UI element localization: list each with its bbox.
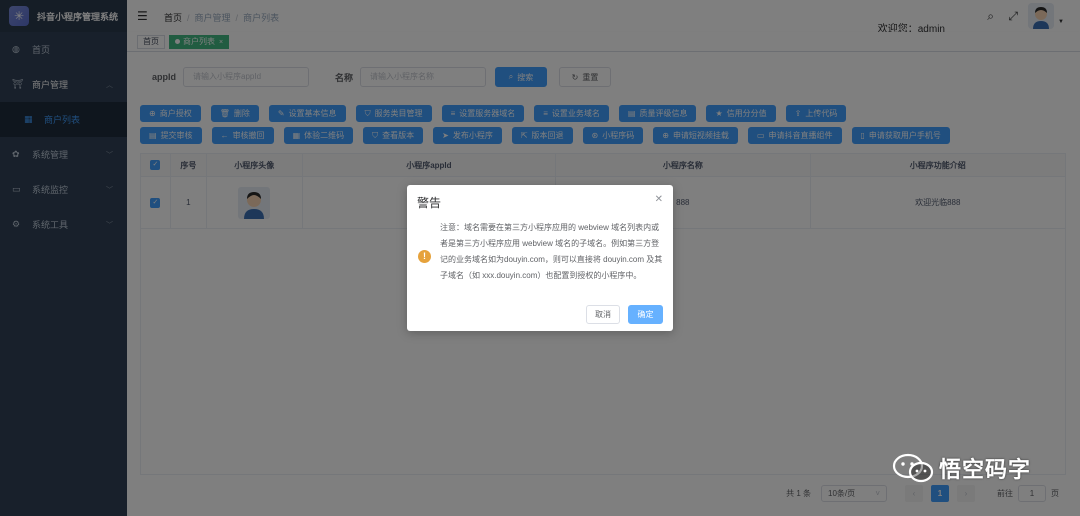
wechat-icon [892,453,936,483]
close-icon[interactable]: ✕ [655,194,663,205]
dialog-title: 警告 [417,196,442,210]
watermark: 悟空码字 [892,452,1031,484]
warning-icon: ! [418,250,431,263]
watermark-text: 悟空码字 [939,457,1032,482]
confirm-button[interactable]: 确定 [628,305,663,324]
dialog-message: 注意：域名需要在第三方小程序应用的 webview 域名列表内或者是第三方小程序… [440,223,663,280]
cancel-button[interactable]: 取消 [586,305,620,324]
warning-dialog: 警告 ✕ ! 注意：域名需要在第三方小程序应用的 webview 域名列表内或者… [407,185,673,331]
